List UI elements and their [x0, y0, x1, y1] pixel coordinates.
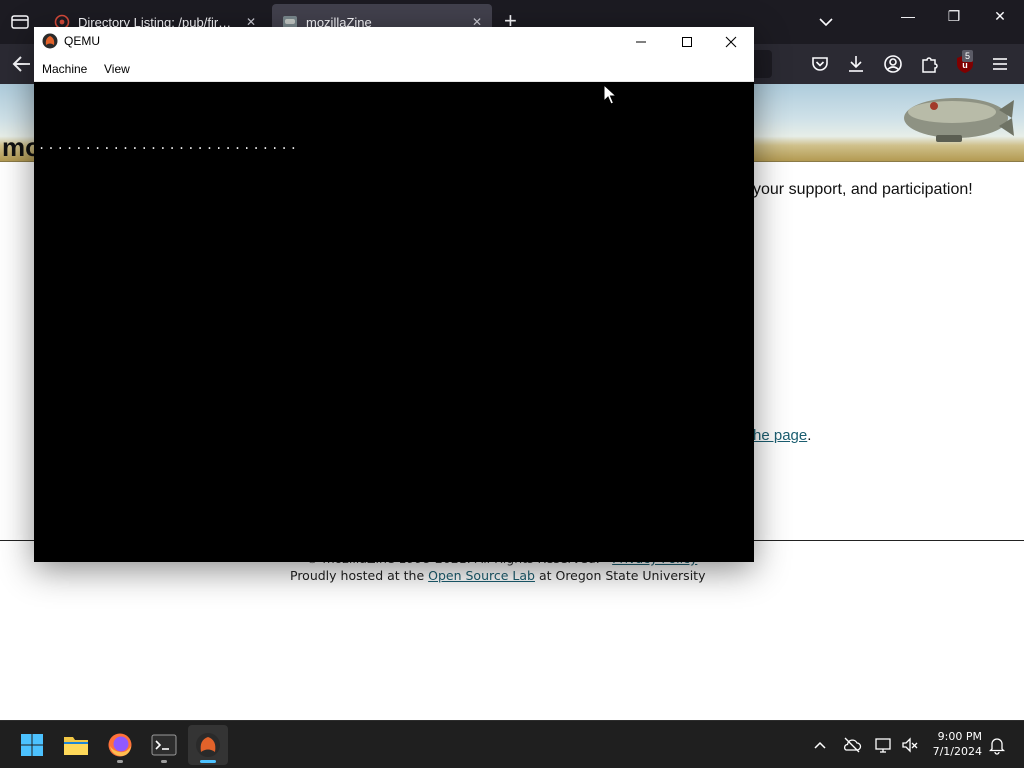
support-text: your support, and participation!: [753, 181, 973, 198]
qemu-menu-bar: Machine View: [34, 56, 754, 82]
qemu-window[interactable]: QEMU Machine View ......................…: [34, 27, 754, 562]
terminal-taskbar-button[interactable]: [144, 725, 184, 765]
start-button[interactable]: [12, 725, 52, 765]
network-icon[interactable]: [874, 735, 894, 755]
active-indicator: [200, 760, 216, 763]
qemu-display[interactable]: ............................: [34, 82, 754, 562]
minimize-icon: [636, 41, 646, 42]
firefox-icon: [108, 733, 132, 757]
page-link[interactable]: he page: [753, 427, 807, 444]
qemu-close-button[interactable]: [708, 27, 754, 56]
windows-taskbar: 9:00 PM 7/1/2024: [0, 720, 1024, 768]
running-indicator: [117, 760, 123, 763]
download-icon[interactable]: [846, 54, 866, 74]
qemu-minimize-button[interactable]: [618, 27, 664, 56]
maximize-icon: [682, 36, 692, 47]
firefox-taskbar-button[interactable]: [100, 725, 140, 765]
terminal-icon: [151, 734, 177, 756]
notification-bell-icon[interactable]: [987, 735, 1007, 755]
account-icon[interactable]: [883, 54, 903, 74]
browser-minimize-button[interactable]: —: [894, 8, 922, 24]
windows-logo-icon: [21, 734, 43, 756]
onedrive-offline-icon[interactable]: [842, 735, 862, 755]
hamburger-menu-icon[interactable]: [990, 54, 1010, 74]
ublock-count-badge: 5: [962, 50, 974, 62]
system-clock[interactable]: 9:00 PM 7/1/2024: [922, 729, 982, 759]
page-link-period: .: [807, 427, 812, 444]
file-explorer-button[interactable]: [56, 725, 96, 765]
clock-time: 9:00 PM: [937, 730, 982, 743]
extensions-icon[interactable]: [919, 54, 939, 74]
browser-restore-button[interactable]: ❐: [940, 8, 968, 25]
qemu-icon: [196, 733, 220, 757]
running-indicator: [161, 760, 167, 763]
menu-view[interactable]: View: [104, 62, 130, 76]
console-output: ............................: [38, 138, 300, 152]
menu-machine[interactable]: Machine: [42, 62, 87, 76]
qemu-app-icon: [42, 33, 58, 49]
folder-icon: [64, 737, 88, 755]
qemu-maximize-button[interactable]: [664, 27, 710, 56]
back-arrow-icon[interactable]: [10, 52, 34, 76]
footer-hosted: Proudly hosted at the Open Source Lab at…: [290, 568, 705, 583]
chevron-down-icon[interactable]: [816, 12, 836, 32]
volume-muted-icon[interactable]: [900, 735, 920, 755]
qemu-title-bar[interactable]: QEMU: [34, 27, 754, 56]
chevron-up-icon[interactable]: [810, 735, 830, 755]
hosted-suffix: at Oregon State University: [534, 568, 706, 583]
close-icon: [725, 36, 737, 47]
open-source-lab-link[interactable]: Open Source Lab: [428, 568, 535, 583]
page-link-line: he page.: [753, 427, 811, 444]
mouse-cursor-icon: [603, 84, 617, 105]
qemu-title: QEMU: [64, 34, 100, 48]
pocket-icon[interactable]: [810, 54, 830, 74]
tab-list-icon[interactable]: [8, 12, 32, 32]
browser-close-button[interactable]: ✕: [986, 8, 1014, 25]
hosted-prefix: Proudly hosted at the: [290, 568, 429, 583]
qemu-taskbar-button[interactable]: [188, 725, 228, 765]
clock-date: 7/1/2024: [932, 745, 982, 758]
zeppelin-illustration-icon: [904, 98, 1014, 142]
